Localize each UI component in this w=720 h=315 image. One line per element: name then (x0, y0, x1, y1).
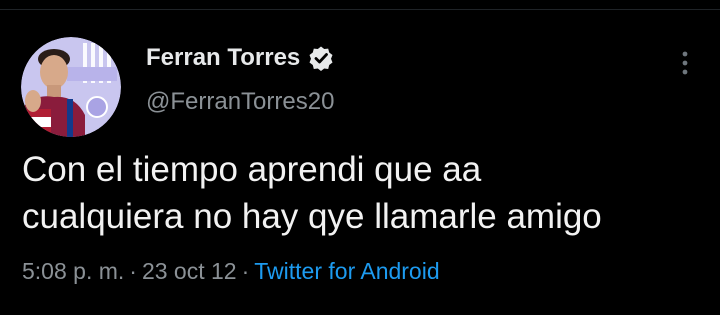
verified-badge-icon (308, 45, 334, 71)
avatar[interactable] (21, 37, 121, 137)
tweet-date[interactable]: 23 oct 12 (142, 258, 237, 284)
tweet-metadata: 5:08 p. m. · 23 oct 12 · Twitter for Android (22, 258, 440, 285)
meta-separator: · (129, 258, 137, 284)
tweet-text-line: Con el tiempo aprendi que aa (22, 150, 482, 189)
tweet-text-line: cualquiera no hay qye llamarle amigo (22, 197, 602, 236)
top-divider (0, 9, 720, 10)
author-display-name[interactable]: Ferran Torres (146, 44, 300, 72)
meta-separator: · (241, 258, 250, 284)
author-handle[interactable]: @FerranTorres20 (146, 88, 334, 116)
tweet-time[interactable]: 5:08 p. m. (22, 258, 124, 284)
tweet-text: Con el tiempo aprendi que aa cualquiera … (22, 146, 702, 240)
more-options-icon[interactable] (674, 48, 696, 78)
tweet-source-link[interactable]: Twitter for Android (254, 258, 439, 284)
